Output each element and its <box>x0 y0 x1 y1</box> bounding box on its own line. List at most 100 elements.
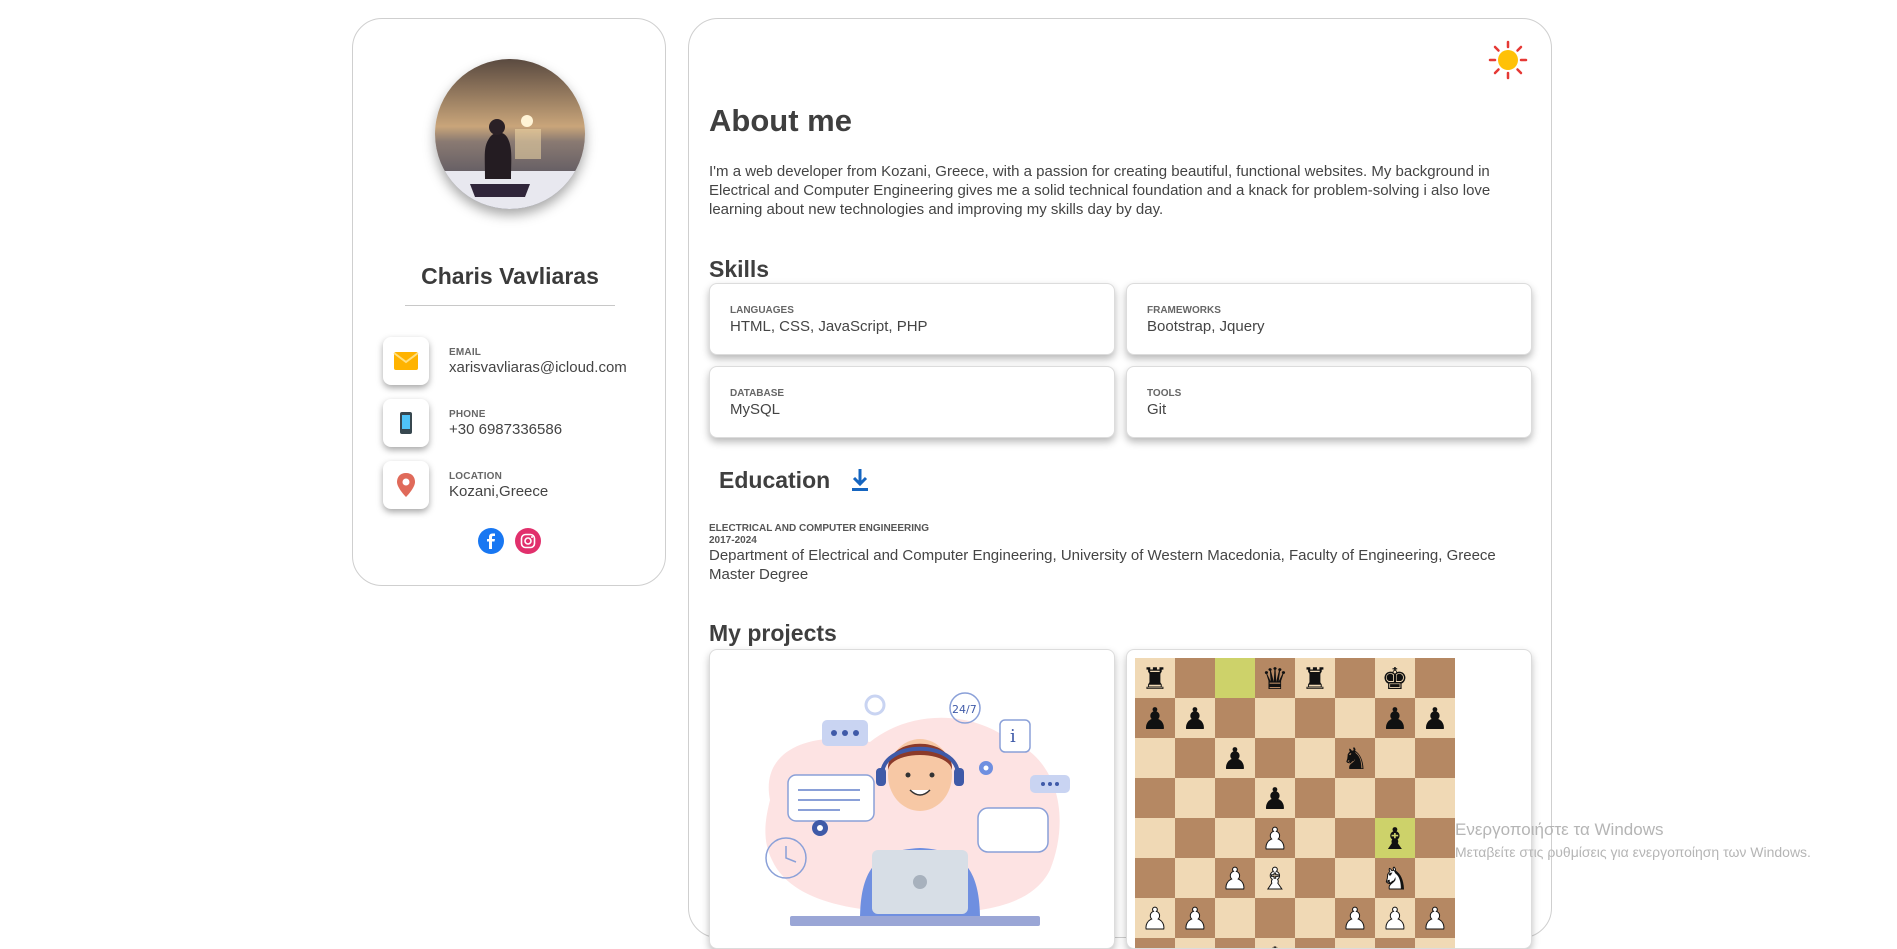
profile-avatar <box>435 59 585 209</box>
chess-piece: ♚ <box>1262 942 1289 949</box>
skill-label: TOOLS <box>1147 388 1182 399</box>
chess-piece: ♝ <box>1382 822 1409 857</box>
email-label: EMAIL <box>449 347 482 358</box>
chess-square <box>1415 938 1455 948</box>
chess-board-screenshot: ♜ ♛ ♜ ♚ ♟ ♟ ♟ ♟ ♟ ♞ ♟ ♟ ♝ ♟ ♝ ♞ ♟ ♟ ♟ ♟ ♟ ♚ <box>1135 658 1455 949</box>
chess-square <box>1295 818 1335 858</box>
project-card-support[interactable]: i 24/7 <box>709 649 1115 949</box>
badge-24-7: 24/7 <box>952 703 977 716</box>
chess-square <box>1295 738 1335 778</box>
chess-square <box>1335 698 1375 738</box>
download-icon[interactable] <box>849 467 871 493</box>
chess-square <box>1335 818 1375 858</box>
chess-square <box>1295 858 1335 898</box>
skill-label: DATABASE <box>730 388 785 399</box>
education-title: Education <box>719 467 831 493</box>
support-agent-illustration: i 24/7 <box>765 692 1070 926</box>
contact-email: EMAIL xarisvavliaras@icloud.com <box>383 337 653 389</box>
chess-square <box>1295 938 1335 948</box>
chess-square <box>1255 698 1295 738</box>
chess-piece: ♟ <box>1262 782 1289 817</box>
sun-icon[interactable] <box>1488 40 1528 80</box>
windows-activation-watermark: Ενεργοποιήστε τα Windows Μεταβείτε στις … <box>1455 820 1811 860</box>
about-title: About me <box>709 103 852 138</box>
facebook-icon[interactable] <box>478 528 504 554</box>
chess-square <box>1255 898 1295 938</box>
chess-piece: ♟ <box>1222 862 1249 897</box>
chess-square <box>1335 658 1375 698</box>
chess-piece: ♟ <box>1142 702 1169 737</box>
location-label: LOCATION <box>449 471 503 482</box>
chess-square <box>1135 858 1175 898</box>
chess-piece: ♚ <box>1382 662 1409 697</box>
chess-piece: ♟ <box>1182 902 1209 937</box>
chess-piece: ♟ <box>1422 902 1449 937</box>
chess-piece: ♝ <box>1262 862 1289 897</box>
profile-name: Charis Vavliaras <box>421 263 599 289</box>
chess-piece: ♜ <box>1302 662 1329 697</box>
name-divider <box>405 305 615 306</box>
chess-square <box>1215 778 1255 818</box>
phone-value[interactable]: +30 6987336586 <box>449 421 562 438</box>
chess-square <box>1375 778 1415 818</box>
chess-square <box>1415 818 1455 858</box>
skill-label: FRAMEWORKS <box>1147 305 1221 316</box>
chess-square <box>1415 858 1455 898</box>
skills-title: Skills <box>709 256 770 282</box>
chess-square <box>1415 778 1455 818</box>
envelope-icon <box>383 337 429 385</box>
chess-square <box>1295 778 1335 818</box>
chess-square <box>1415 738 1455 778</box>
email-value[interactable]: xarisvavliaras@icloud.com <box>449 359 627 376</box>
project-card-chess[interactable]: ♜ ♛ ♜ ♚ ♟ ♟ ♟ ♟ ♟ ♞ ♟ ♟ ♝ ♟ ♝ ♞ ♟ ♟ ♟ ♟ ♟ ♚ <box>1126 649 1532 949</box>
contact-location: LOCATION Kozani,Greece <box>383 461 653 513</box>
chess-square <box>1175 938 1215 948</box>
chess-square <box>1215 658 1255 698</box>
svg-text:i: i <box>1010 726 1016 747</box>
skill-card-database: DATABASE MySQL <box>709 366 1115 438</box>
chess-square <box>1335 938 1375 948</box>
chess-square <box>1375 738 1415 778</box>
chess-square <box>1335 778 1375 818</box>
chess-piece: ♞ <box>1342 742 1369 777</box>
profile-card: Charis Vavliaras EMAIL xarisvavliaras@ic… <box>352 18 666 586</box>
skill-value: Bootstrap, Jquery <box>1147 318 1265 335</box>
chess-square <box>1255 738 1295 778</box>
skill-card-tools: TOOLS Git <box>1126 366 1532 438</box>
watermark-line-1: Ενεργοποιήστε τα Windows <box>1455 820 1664 839</box>
map-pin-icon <box>383 461 429 509</box>
chess-square <box>1335 858 1375 898</box>
skill-value: MySQL <box>730 401 781 418</box>
instagram-icon[interactable] <box>515 528 541 554</box>
chess-square <box>1295 898 1335 938</box>
skill-value: Git <box>1147 401 1167 418</box>
chess-piece: ♟ <box>1342 902 1369 937</box>
watermark-line-2: Μεταβείτε στις ρυθμίσεις για ενεργοποίησ… <box>1455 844 1811 860</box>
chess-piece: ♛ <box>1262 662 1289 697</box>
chess-piece: ♟ <box>1142 902 1169 937</box>
projects-title: My projects <box>709 620 837 646</box>
chess-square <box>1135 778 1175 818</box>
skill-label: LANGUAGES <box>730 305 794 316</box>
chess-square <box>1135 738 1175 778</box>
education-years: 2017-2024 <box>709 535 757 546</box>
chess-piece: ♟ <box>1182 702 1209 737</box>
about-text: I'm a web developer from Kozani, Greece,… <box>709 163 1491 218</box>
main-card: About me I'm a web developer from Kozani… <box>688 18 1552 949</box>
contact-phone: PHONE +30 6987336586 <box>383 399 653 451</box>
chess-piece: ♟ <box>1222 742 1249 777</box>
chess-square <box>1175 778 1215 818</box>
chess-square <box>1415 658 1455 698</box>
chess-piece: ♞ <box>1382 862 1409 897</box>
chess-square <box>1215 698 1255 738</box>
skill-card-languages: LANGUAGES HTML, CSS, JavaScript, PHP <box>709 283 1115 355</box>
education-degree: ELECTRICAL AND COMPUTER ENGINEERING <box>709 523 930 534</box>
chess-square <box>1135 818 1175 858</box>
chess-square <box>1215 938 1255 948</box>
chess-piece: ♟ <box>1262 822 1289 857</box>
education-description: Department of Electrical and Computer En… <box>709 547 1496 583</box>
chess-square <box>1135 938 1175 948</box>
skill-value: HTML, CSS, JavaScript, PHP <box>730 318 928 335</box>
chess-square <box>1215 898 1255 938</box>
chess-square <box>1175 858 1215 898</box>
